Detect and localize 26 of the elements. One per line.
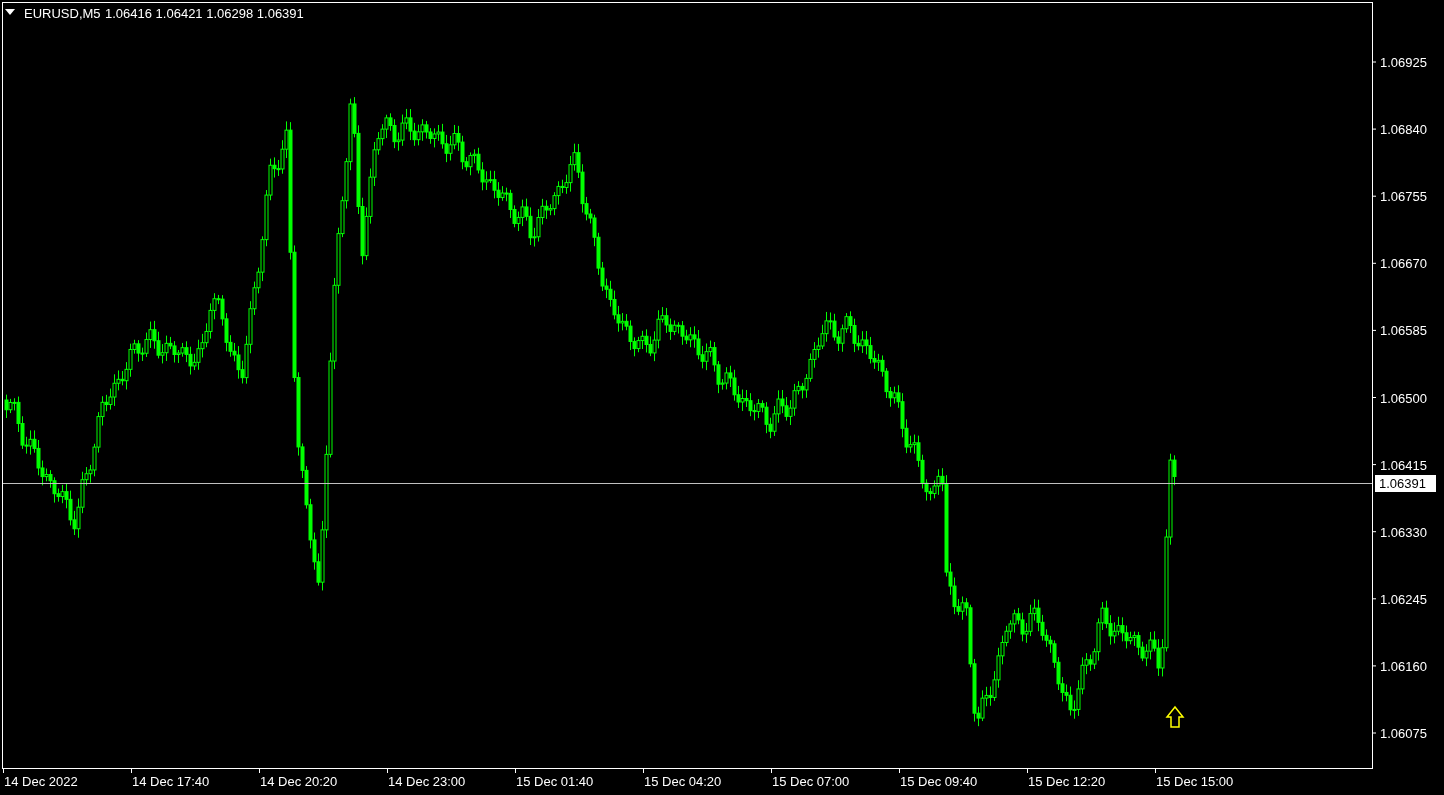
price-label: 1.06500: [1380, 390, 1427, 406]
up-arrow-icon: [1165, 705, 1185, 728]
price-label: 1.06670: [1380, 256, 1427, 272]
time-label: 14 Dec 23:00: [388, 774, 466, 789]
price-label: 1.06585: [1380, 323, 1427, 339]
time-label: 15 Dec 12:20: [1028, 774, 1106, 789]
price-label: 1.06840: [1380, 122, 1427, 138]
price-label: 1.06330: [1380, 524, 1427, 540]
ohlc-values: 1.06416 1.06421 1.06298 1.06391: [105, 6, 304, 21]
dropdown-triangle-icon[interactable]: [5, 9, 15, 15]
time-label: 15 Dec 01:40: [516, 774, 594, 789]
price-label: 1.06755: [1380, 189, 1427, 205]
price-label: 1.06075: [1380, 726, 1427, 741]
time-label: 14 Dec 17:40: [132, 774, 210, 789]
time-label: 14 Dec 20:20: [260, 774, 338, 789]
current-price-label: 1.06391: [1375, 475, 1436, 492]
price-label: 1.06160: [1380, 658, 1427, 674]
time-label: 15 Dec 15:00: [1156, 774, 1234, 789]
time-label: 15 Dec 04:20: [644, 774, 722, 789]
time-label: 15 Dec 09:40: [900, 774, 978, 789]
time-label: 14 Dec 2022: [4, 774, 78, 789]
chart-symbol: EURUSD,M5: [24, 6, 101, 21]
price-label: 1.06925: [1380, 55, 1427, 70]
time-label: 15 Dec 07:00: [772, 774, 850, 789]
price-label: 1.06245: [1380, 591, 1427, 607]
price-label: 1.06415: [1380, 457, 1427, 473]
